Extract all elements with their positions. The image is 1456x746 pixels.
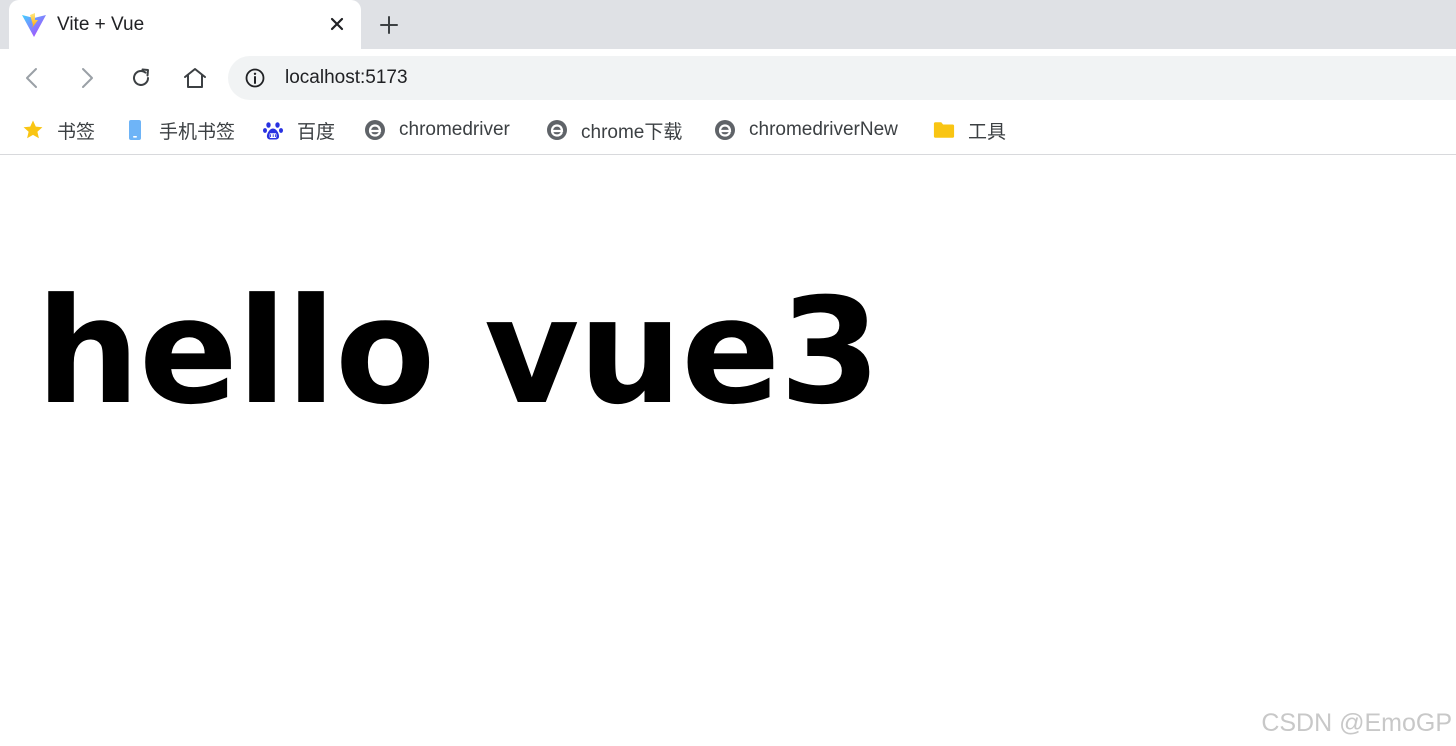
bookmark-label: 百度 bbox=[297, 121, 336, 143]
bookmark-chromedriver[interactable]: chromedriver bbox=[364, 117, 510, 143]
bookmark-label: 书签 bbox=[57, 121, 96, 143]
url-text[interactable]: localhost:5173 bbox=[285, 67, 408, 89]
home-button[interactable] bbox=[181, 64, 209, 92]
baidu-paw-icon bbox=[262, 119, 284, 141]
globe-e-icon bbox=[546, 119, 568, 141]
arrow-right-icon bbox=[82, 68, 93, 88]
globe-e-icon bbox=[364, 119, 386, 141]
tab-title: Vite + Vue bbox=[57, 14, 145, 35]
watermark: CSDN @EmoGP bbox=[1261, 709, 1452, 737]
vite-logo-icon bbox=[22, 13, 46, 37]
globe-e-icon bbox=[714, 119, 736, 141]
folder-icon bbox=[933, 119, 955, 141]
bookmark-label: chrome下载 bbox=[581, 121, 683, 143]
reload-button[interactable] bbox=[127, 64, 155, 92]
tab-active[interactable]: Vite + Vue bbox=[9, 0, 361, 49]
address-bar[interactable]: localhost:5173 bbox=[228, 56, 1456, 100]
reload-icon bbox=[133, 68, 149, 86]
bookmark-mobile-bookmarks[interactable]: 手机书签 bbox=[124, 117, 235, 143]
bookmark-bookmarks[interactable]: 书签 bbox=[22, 117, 95, 143]
arrow-left-icon bbox=[26, 68, 37, 88]
info-icon[interactable] bbox=[244, 67, 266, 89]
browser-toolbar: localhost:5173 bbox=[0, 49, 1456, 107]
bookmarks-bar: 书签 手机书签 百度 chromedriver chrome下载 chromed… bbox=[0, 107, 1456, 155]
bookmark-folder-tools[interactable]: 工具 bbox=[933, 117, 1006, 143]
bookmark-label: chromedriverNew bbox=[749, 119, 898, 140]
mobile-icon bbox=[124, 119, 146, 141]
star-icon bbox=[22, 119, 44, 141]
home-icon bbox=[184, 68, 206, 88]
close-icon[interactable] bbox=[327, 14, 347, 34]
bookmark-label: 工具 bbox=[968, 121, 1007, 143]
bookmark-label: chromedriver bbox=[399, 119, 510, 140]
bookmark-baidu[interactable]: 百度 bbox=[262, 117, 335, 143]
back-button[interactable] bbox=[18, 64, 46, 92]
plus-icon[interactable] bbox=[378, 14, 400, 36]
forward-button[interactable] bbox=[73, 64, 101, 92]
page-heading: hello vue3 bbox=[36, 267, 881, 437]
bookmark-chromedriver-new[interactable]: chromedriverNew bbox=[714, 117, 898, 143]
bookmark-label: 手机书签 bbox=[159, 121, 236, 143]
tab-strip: Vite + Vue bbox=[0, 0, 1456, 49]
bookmark-chrome-download[interactable]: chrome下载 bbox=[546, 117, 682, 143]
